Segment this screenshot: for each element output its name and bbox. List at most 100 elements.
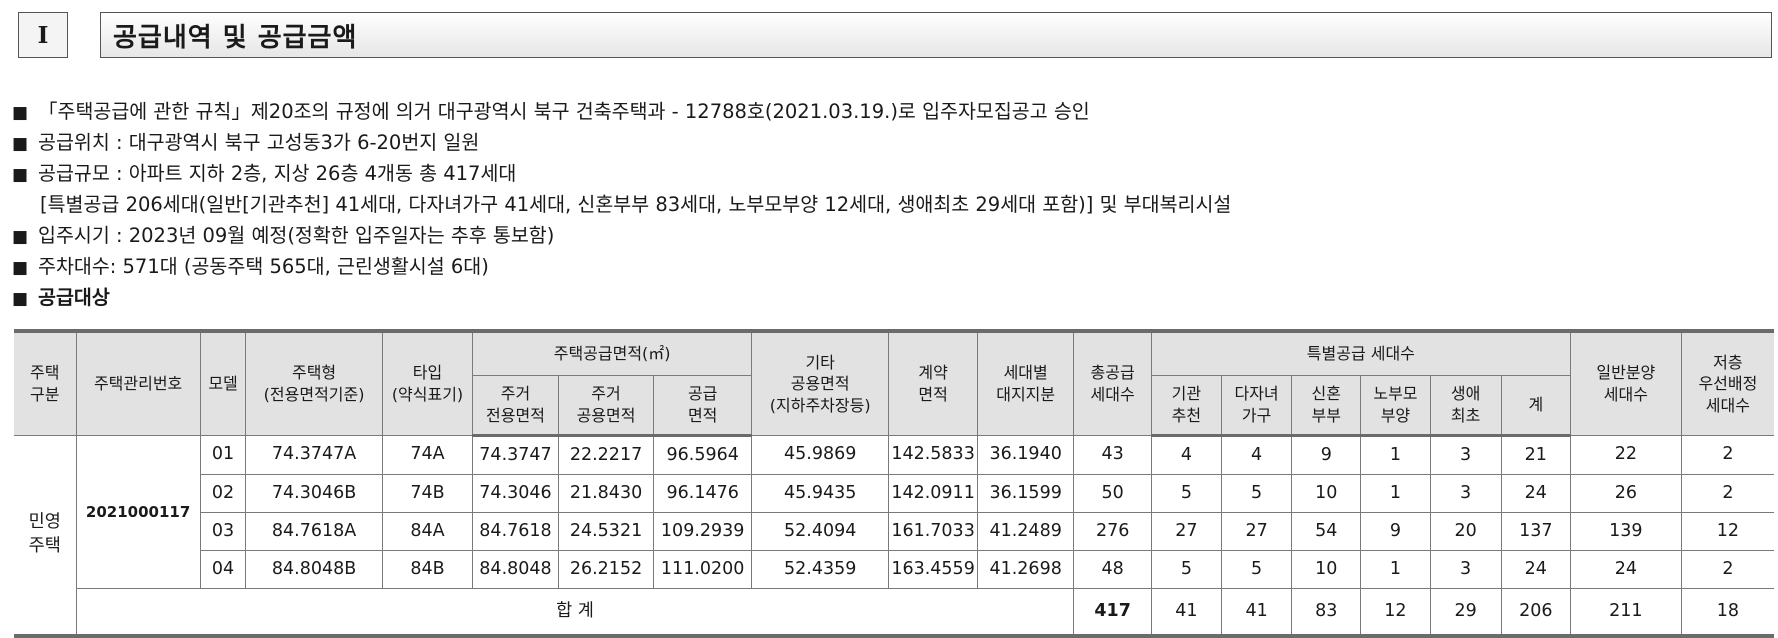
cell: 5 xyxy=(1150,474,1222,513)
cell: 27 xyxy=(1150,512,1222,551)
cell: 04 xyxy=(200,550,247,589)
table-row: 04 84.8048B 84B 84.8048 26.2152 111.0200… xyxy=(14,550,1774,589)
header-priority-units: 저층 우선배정 세대수 xyxy=(1680,330,1774,436)
bullet-parking: ■ 주차대수: 571대 (공동주택 565대, 근린생활시설 6대) xyxy=(12,251,1772,282)
header-common-area: 주거 공용면적 xyxy=(557,375,655,437)
cell: 26 xyxy=(1569,474,1682,513)
cell: 26.2152 xyxy=(557,550,655,589)
square-bullet-icon: ■ xyxy=(12,258,29,278)
cell: 2 xyxy=(1680,550,1774,589)
cell: 142.0911 xyxy=(888,474,978,513)
header-institution: 기관 추천 xyxy=(1150,375,1222,437)
cell: 54 xyxy=(1291,512,1362,551)
total-label: 합 계 xyxy=(76,588,1075,637)
header-exclusive-area: 주거 전용면적 xyxy=(472,375,559,437)
header-management-number: 주택관리번호 xyxy=(75,330,201,436)
cell: 139 xyxy=(1569,512,1682,551)
cell: 36.1940 xyxy=(976,435,1075,475)
bullet-scale: ■ 공급규모 : 아파트 지하 2층, 지상 26층 4개동 총 417세대 xyxy=(12,158,1772,189)
bullet-text: [특별공급 206세대(일반[기관추천] 41세대, 다자녀가구 41세대, 신… xyxy=(40,193,1232,216)
cell: 10 xyxy=(1291,474,1362,513)
total-cell: 41 xyxy=(1220,588,1293,637)
square-bullet-icon: ■ xyxy=(12,134,29,154)
header-special-supply-group: 특별공급 세대수 xyxy=(1150,330,1571,376)
cell: 109.2939 xyxy=(653,512,753,551)
cell: 21 xyxy=(1500,435,1571,475)
cell: 74.3747 xyxy=(472,435,559,475)
header-housing-type: 주택 구분 xyxy=(14,330,77,436)
header-land-share: 세대별 대지지분 xyxy=(976,330,1075,436)
cell: 74.3046B xyxy=(245,474,383,513)
header-multi-child: 다자녀 가구 xyxy=(1220,375,1293,437)
cell: 111.0200 xyxy=(653,550,753,589)
square-bullet-icon: ■ xyxy=(12,103,29,123)
cell: 74A xyxy=(381,435,474,475)
bullet-location: ■ 공급위치 : 대구광역시 북구 고성동3가 6-20번지 일원 xyxy=(12,127,1772,158)
cell: 01 xyxy=(199,435,247,475)
cell: 84.7618 xyxy=(472,512,559,551)
cell: 84.8048B xyxy=(245,550,383,589)
cell: 2 xyxy=(1680,474,1774,513)
section-number: I xyxy=(18,12,68,58)
total-cell: 29 xyxy=(1429,588,1502,637)
total-cell: 211 xyxy=(1569,588,1682,637)
cell: 27 xyxy=(1220,512,1293,551)
total-cell: 18 xyxy=(1680,588,1774,637)
header-supply-area: 공급 면적 xyxy=(653,375,753,437)
table-row: 민영 주택 2021000117 01 74.3747A 74A 74.3747 … xyxy=(14,435,1774,637)
header-first-time: 생애 최초 xyxy=(1429,375,1502,437)
cell: 74.3747A xyxy=(245,435,383,475)
bullet-text: 「주택공급에 관한 규칙」제20조의 규정에 의거 대구광역시 북구 건축주택과… xyxy=(38,100,1090,123)
total-cell: 12 xyxy=(1360,588,1431,637)
cell: 02 xyxy=(200,474,247,513)
cell: 9 xyxy=(1291,435,1362,475)
supply-table: 주택 구분 주택관리번호 모델 주택형 (전용면적기준) 타입 (약식표기) 주택공급… xyxy=(14,329,1774,638)
cell: 142.5833 xyxy=(888,435,978,475)
header-special-sum: 계 xyxy=(1500,375,1571,437)
square-bullet-icon: ■ xyxy=(12,289,29,309)
header-type: 타입 (약식표기) xyxy=(381,330,474,436)
cell: 24 xyxy=(1500,474,1571,513)
header-supply-area-group: 주택공급면적(㎡) xyxy=(472,330,753,376)
cell: 84.8048 xyxy=(472,550,559,589)
cell: 74B xyxy=(381,474,474,513)
bullet-list: ■ 「주택공급에 관한 규칙」제20조의 규정에 의거 대구광역시 북구 건축주택… xyxy=(12,96,1772,313)
bullet-supply-target: ■ 공급대상 xyxy=(12,282,1772,313)
cell: 84.7618A xyxy=(245,512,383,551)
cell: 3 xyxy=(1429,550,1502,589)
cell: 10 xyxy=(1291,550,1362,589)
cell: 43 xyxy=(1073,435,1152,475)
cell: 12 xyxy=(1680,512,1774,551)
bullet-move-in: ■ 입주시기 : 2023년 09월 예정(정확한 입주일자는 추후 통보함) xyxy=(12,220,1772,251)
header-contract-area: 계약 면적 xyxy=(888,330,978,436)
header-total-units: 총공급 세대수 xyxy=(1073,330,1152,436)
total-row: 합 계 417 41 41 83 12 29 206 211 18 xyxy=(14,588,1774,637)
section-title: 공급내역 및 공급금액 xyxy=(100,12,1772,58)
header-newlywed: 신혼 부부 xyxy=(1291,375,1362,437)
cell: 52.4359 xyxy=(751,550,890,589)
total-cell: 41 xyxy=(1150,588,1222,637)
cell: 4 xyxy=(1150,435,1222,475)
header-other-common-area: 기타 공용면적 (지하주차장등) xyxy=(751,330,890,436)
header-elderly: 노부모 부양 xyxy=(1360,375,1431,437)
cell: 41.2489 xyxy=(976,512,1075,551)
bullet-text: 공급규모 : 아파트 지하 2층, 지상 26층 4개동 총 417세대 xyxy=(38,162,517,185)
cell: 5 xyxy=(1220,550,1293,589)
cell: 45.9435 xyxy=(751,474,890,513)
cell: 5 xyxy=(1220,474,1293,513)
cell: 24 xyxy=(1500,550,1571,589)
bullet-text: 주차대수: 571대 (공동주택 565대, 근린생활시설 6대) xyxy=(38,255,489,278)
cell: 96.1476 xyxy=(653,474,753,513)
cell: 45.9869 xyxy=(751,435,890,475)
cell: 96.5964 xyxy=(653,435,753,475)
cell: 84B xyxy=(381,550,474,589)
header-model: 모델 xyxy=(199,330,247,436)
cell: 9 xyxy=(1360,512,1431,551)
cell: 3 xyxy=(1429,474,1502,513)
cell: 4 xyxy=(1220,435,1293,475)
table-row: 03 84.7618A 84A 84.7618 24.5321 109.2939… xyxy=(14,512,1774,551)
management-number-cell: 2021000117 xyxy=(75,435,201,589)
cell: 5 xyxy=(1150,550,1222,589)
housing-category-cell: 민영 주택 xyxy=(14,435,77,637)
header-house-type: 주택형 (전용면적기준) xyxy=(245,330,383,436)
